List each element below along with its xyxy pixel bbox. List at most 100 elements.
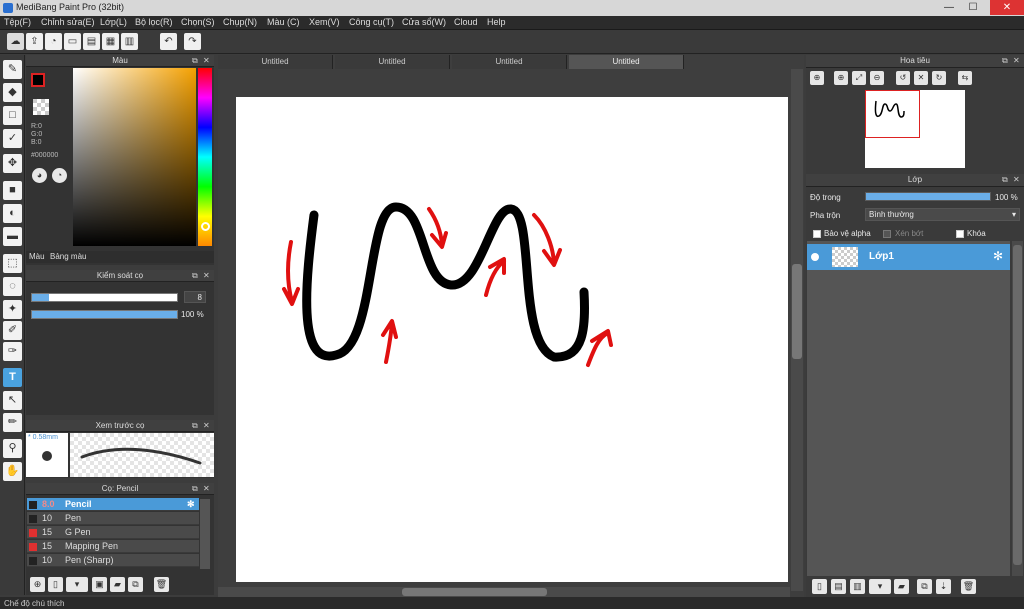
gear-icon[interactable]: ✻ [993,249,1003,263]
menu-window[interactable]: Cửa sổ(W) [402,17,446,27]
minimize-button[interactable]: — [938,0,960,15]
zoom-out-icon[interactable]: ⊖ [870,71,884,85]
close-panel-icon[interactable]: ✕ [1013,55,1020,67]
hue-slider[interactable] [198,68,212,246]
menu-view[interactable]: Xem(V) [309,17,340,27]
menu-snap[interactable]: Chụp(N) [223,17,257,27]
brush-size-value[interactable]: 8 [184,291,206,303]
hue-handle[interactable] [201,222,210,231]
vertical-scrollbar[interactable] [791,69,803,591]
horizontal-scrollbar[interactable] [218,587,790,597]
eraser-icon[interactable]: ◆ [3,83,22,102]
select-pen-icon[interactable]: ✐ [3,321,22,340]
magic-wand-icon[interactable]: ✦ [3,300,22,319]
rectangle-icon[interactable]: □ [3,106,22,125]
layer-opacity-slider[interactable] [865,192,991,201]
menu-tools[interactable]: Công cụ(T) [349,17,394,27]
layer-scroll-thumb[interactable] [1013,245,1022,565]
menu-file[interactable]: Tệp(F) [4,17,31,27]
grid-icon[interactable]: ▦ [102,33,119,50]
eyedropper-icon[interactable]: ✏ [3,413,22,432]
popout-icon[interactable]: ⧉ [1002,174,1008,186]
gear-icon[interactable]: ✻ [187,498,195,511]
move-icon[interactable]: ✥ [3,154,22,173]
popout-icon[interactable]: ⧉ [192,420,198,432]
folder-icon[interactable]: ▰ [110,577,125,592]
select-rect-icon[interactable]: ⬚ [3,254,22,273]
fit-icon[interactable]: ⤢ [852,71,866,85]
lasso-icon[interactable]: ◌ [3,277,22,296]
close-panel-icon[interactable]: ✕ [1013,174,1020,186]
dropper-icon[interactable]: ⚲ [3,439,22,458]
cloud-icon[interactable]: ☁ [7,33,24,50]
vertical-scroll-thumb[interactable] [792,264,802,359]
close-window-button[interactable]: ✕ [990,0,1024,15]
blend-mode-select[interactable]: Bình thường ▾ [865,208,1020,221]
hand-icon[interactable]: ✋ [3,462,22,481]
brush-item[interactable]: 15 Mapping Pen [27,540,199,553]
bucket-icon[interactable]: ◐ [3,204,22,223]
tab-document-3[interactable]: Untitled [452,55,567,69]
folder-icon[interactable]: ▰ [894,579,909,594]
new-brush-icon[interactable]: ▯ [48,577,63,592]
popout-icon[interactable]: ⧉ [192,270,198,282]
brush-opacity-slider[interactable] [31,310,178,319]
maximize-button[interactable]: ☐ [962,0,984,15]
merge-down-icon[interactable]: ⇣ [936,579,951,594]
undo-icon[interactable]: ↶ [160,33,177,50]
brush-item[interactable]: 10 Pen (Sharp) [27,554,199,567]
popout-icon[interactable]: ⧉ [192,483,198,495]
zoom-in-icon[interactable]: ⊕ [810,71,824,85]
layout-icon[interactable]: ▥ [121,33,138,50]
brush-item[interactable]: 8.0 Pencil ✻ [27,498,199,511]
popout-icon[interactable]: ⧉ [192,55,198,67]
brush-menu-icon[interactable]: ▾ [66,577,88,592]
rotate-right-icon[interactable]: ↻ [932,71,946,85]
lock-checkbox[interactable] [956,230,964,238]
brush-icon[interactable]: ✎ [3,60,22,79]
flip-icon[interactable]: ⇆ [958,71,972,85]
add-brush-icon[interactable]: ⊕ [30,577,45,592]
comment-icon[interactable]: ▭ [64,33,81,50]
popout-icon[interactable]: ⧉ [1002,55,1008,67]
operation-icon[interactable]: ↖ [3,391,22,410]
gradient-icon[interactable]: ▬ [3,227,22,246]
tab-palette[interactable]: Bảng màu [50,252,86,261]
brush-size-slider[interactable] [31,293,178,302]
foreground-color-swatch[interactable] [31,73,45,87]
menu-cloud[interactable]: Cloud [454,17,478,27]
saturation-value-field[interactable] [73,68,196,246]
zoom-in-icon[interactable]: ⊕ [834,71,848,85]
new-layer-icon[interactable]: ▯ [812,579,827,594]
speech-bubble-icon[interactable]: ◔ [45,33,62,50]
drawing-canvas[interactable] [236,97,788,582]
navigator-preview[interactable] [865,90,965,168]
menu-filter[interactable]: Bộ lọc(R) [135,17,173,27]
close-panel-icon[interactable]: ✕ [203,420,210,432]
brush-list-scrollbar[interactable] [200,499,210,569]
close-panel-icon[interactable]: ✕ [203,55,210,67]
tab-document-2[interactable]: Untitled [335,55,450,69]
copy-brush-icon[interactable]: ▣ [92,577,107,592]
tab-document-1[interactable]: Untitled [218,55,333,69]
menu-edit[interactable]: Chỉnh sửa(E) [41,17,95,27]
clipping-checkbox[interactable] [883,230,891,238]
reset-view-icon[interactable]: ✕ [914,71,928,85]
add-layer-menu-icon[interactable]: ▾ [869,579,891,594]
trash-icon[interactable]: 🗑 [961,579,976,594]
trash-icon[interactable]: 🗑 [154,577,169,592]
menu-help[interactable]: Help [487,17,506,27]
fill-square-icon[interactable]: ■ [3,181,22,200]
duplicate-layer-icon[interactable]: ⧉ [917,579,932,594]
page-icon[interactable]: ▤ [83,33,100,50]
close-panel-icon[interactable]: ✕ [203,483,210,495]
close-panel-icon[interactable]: ✕ [203,270,210,282]
palette-icon[interactable]: ◕ [32,168,47,183]
select-eraser-icon[interactable]: ✑ [3,342,22,361]
layer-row[interactable]: Lớp1 ✻ [807,244,1010,270]
tab-document-4[interactable]: Untitled [569,55,684,69]
transparent-color-swatch[interactable] [33,99,49,115]
menu-layer[interactable]: Lớp(L) [100,17,127,27]
redo-icon[interactable]: ↷ [184,33,201,50]
palette-add-icon[interactable]: ◔ [52,168,67,183]
